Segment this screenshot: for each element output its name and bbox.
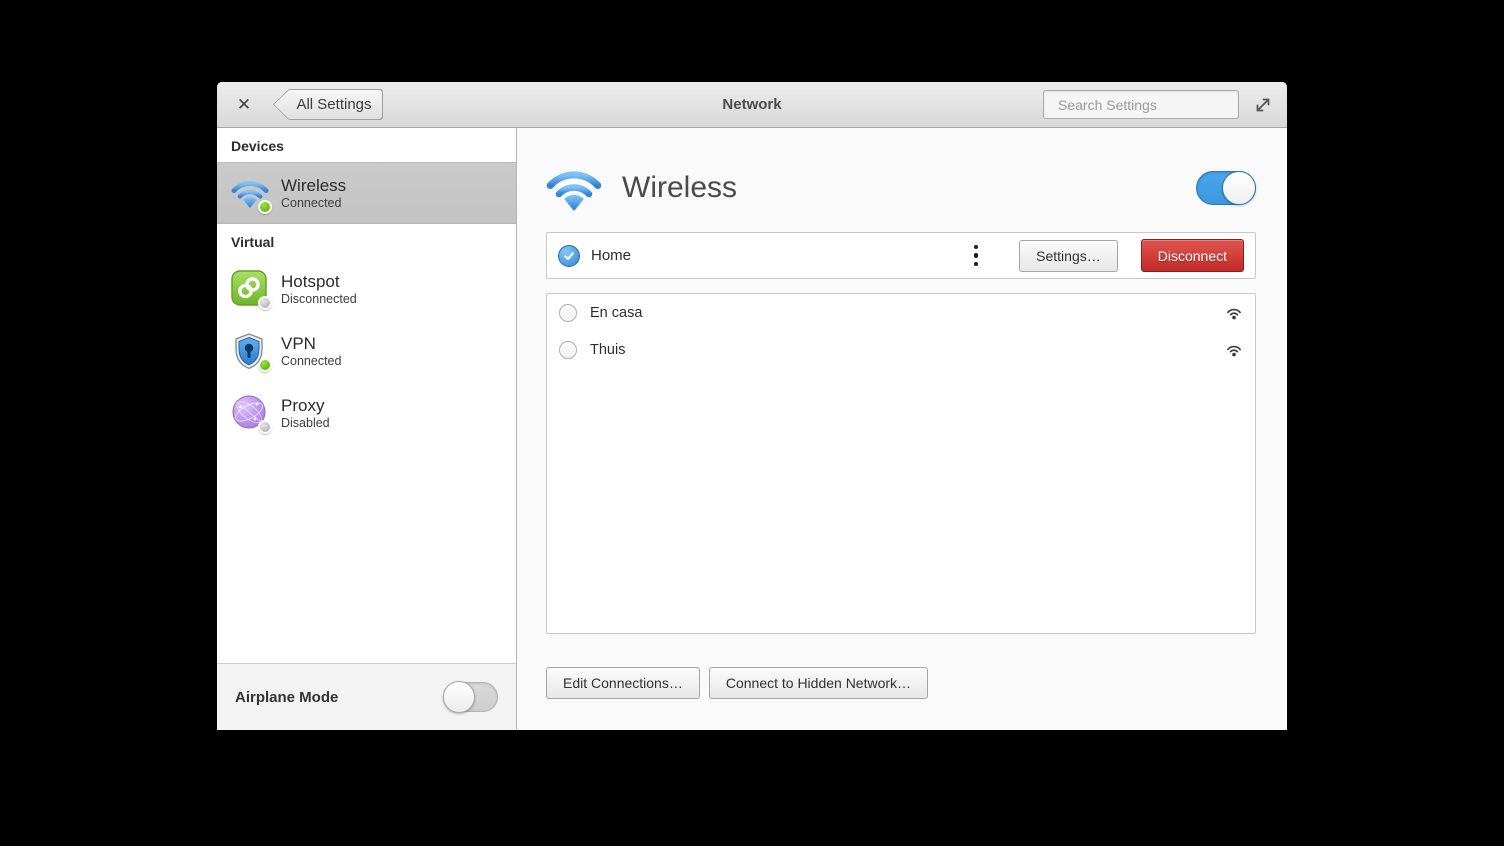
titlebar: ✕ All Settings Network: [217, 82, 1287, 128]
airplane-mode-label: Airplane Mode: [235, 689, 338, 706]
status-dot-disabled: [258, 420, 272, 434]
disconnect-button[interactable]: Disconnect: [1141, 239, 1244, 272]
radio-icon[interactable]: [559, 341, 577, 359]
active-connection-row[interactable]: Home Settings… Disconnect: [546, 232, 1256, 279]
search-input[interactable]: [1058, 97, 1239, 113]
network-list: En casa Thuis: [546, 293, 1256, 634]
all-settings-button[interactable]: All Settings: [273, 89, 383, 120]
sidebar-item-proxy[interactable]: Proxy Disabled: [217, 382, 516, 444]
airplane-mode-toggle[interactable]: [443, 682, 498, 712]
status-dot-connected: [258, 358, 272, 372]
network-settings-window: ✕ All Settings Network Devices: [217, 82, 1287, 730]
sidebar-section-devices: Devices: [217, 128, 516, 162]
status-dot-connected: [258, 200, 272, 214]
wireless-pane: Wireless Home Settings… Disconnect: [517, 128, 1287, 730]
search-field[interactable]: [1043, 90, 1239, 119]
wifi-signal-icon: [1225, 342, 1243, 357]
device-name: VPN: [281, 334, 341, 354]
wifi-icon: [546, 162, 602, 213]
network-name: En casa: [590, 305, 642, 321]
network-row-thuis[interactable]: Thuis: [547, 331, 1255, 368]
toggle-knob: [443, 681, 475, 713]
device-name: Hotspot: [281, 272, 357, 292]
sidebar-section-virtual: Virtual: [217, 224, 516, 258]
connected-check-icon: [558, 245, 580, 267]
more-options-icon[interactable]: [970, 241, 983, 271]
wireless-title: Wireless: [622, 171, 737, 205]
wireless-toggle[interactable]: [1196, 171, 1256, 205]
toggle-knob: [1222, 171, 1256, 205]
device-name: Wireless: [281, 176, 346, 196]
wifi-signal-icon: [1225, 305, 1243, 320]
network-row-en-casa[interactable]: En casa: [547, 294, 1255, 331]
radio-icon[interactable]: [559, 304, 577, 322]
device-status: Connected: [281, 354, 341, 368]
device-status: Disconnected: [281, 292, 357, 306]
device-status: Connected: [281, 196, 346, 210]
sidebar-item-wireless[interactable]: Wireless Connected: [217, 162, 516, 224]
device-status: Disabled: [281, 416, 330, 430]
sidebar-item-vpn[interactable]: VPN Connected: [217, 320, 516, 382]
back-button-label: All Settings: [274, 90, 382, 119]
expand-icon[interactable]: [1253, 95, 1273, 115]
devices-sidebar: Devices Wireless Connected Virtual: [217, 128, 517, 730]
settings-button[interactable]: Settings…: [1019, 240, 1118, 272]
connect-hidden-network-button[interactable]: Connect to Hidden Network…: [709, 667, 928, 699]
sidebar-item-hotspot[interactable]: Hotspot Disconnected: [217, 258, 516, 320]
device-name: Proxy: [281, 396, 330, 416]
edit-connections-button[interactable]: Edit Connections…: [546, 667, 700, 699]
footer-buttons: Edit Connections… Connect to Hidden Netw…: [546, 667, 1256, 699]
status-dot-disconnected: [258, 296, 272, 310]
active-network-name: Home: [591, 247, 631, 264]
wireless-header: Wireless: [546, 162, 1256, 213]
network-name: Thuis: [590, 342, 625, 358]
airplane-mode-bar: Airplane Mode: [217, 663, 516, 730]
close-icon[interactable]: ✕: [231, 92, 257, 118]
